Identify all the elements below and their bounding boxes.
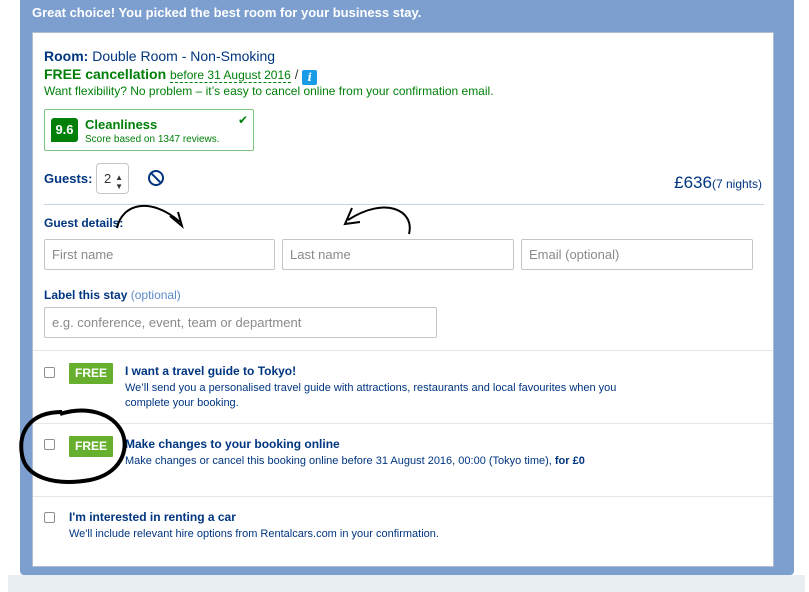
- room-title: Room: Double Room - Non-Smoking: [44, 48, 275, 64]
- room-card: Room: Double Room - Non-Smoking FREE can…: [32, 32, 774, 567]
- separator-slash: /: [294, 67, 299, 82]
- guests-label: Guests:: [44, 171, 93, 186]
- guest-details-label: Guest details:: [44, 216, 124, 230]
- guests-select[interactable]: 2 ▲ ▼: [96, 163, 129, 194]
- manage-online-desc-price: for £0: [554, 455, 585, 467]
- travel-guide-checkbox[interactable]: [44, 367, 55, 378]
- travel-guide-title: I want a travel guide to Tokyo!: [125, 364, 297, 378]
- cancellation-date-link[interactable]: before 31 August 2016: [170, 68, 291, 83]
- price: £636(7 nights): [674, 173, 762, 193]
- section-divider: [33, 423, 773, 424]
- car-rental-description: We'll include relevant hire options from…: [69, 528, 439, 540]
- cleanliness-title: Cleanliness: [85, 117, 158, 132]
- info-icon[interactable]: i: [302, 70, 318, 85]
- cleanliness-score: 9.6: [51, 118, 78, 142]
- no-smoking-icon: [148, 170, 164, 186]
- section-divider: [33, 496, 773, 497]
- label-stay-optional: (optional): [130, 288, 181, 302]
- manage-online-desc-text: Make changes or cancel this booking onli…: [125, 455, 552, 467]
- free-badge: FREE: [69, 436, 113, 457]
- car-rental-checkbox[interactable]: [44, 512, 55, 523]
- room-label: Room:: [44, 48, 89, 64]
- cancellation-line: FREE cancellation before 31 August 2016 …: [44, 66, 318, 85]
- free-cancellation-label: FREE cancellation: [44, 66, 167, 82]
- divider: [44, 204, 764, 205]
- cleanliness-badge: 9.6 Cleanliness Score based on 1347 revi…: [44, 109, 254, 151]
- first-name-input[interactable]: First name: [44, 239, 275, 270]
- manage-online-checkbox[interactable]: [44, 439, 55, 450]
- success-banner: Great choice! You picked the best room f…: [32, 5, 422, 20]
- label-stay-text: Label this stay: [44, 288, 128, 302]
- check-icon: ✔: [237, 113, 248, 127]
- select-arrows-icon: ▲ ▼: [115, 173, 123, 191]
- price-nights: (7 nights): [711, 177, 762, 191]
- page-footer-strip: [8, 575, 805, 592]
- guests-value: 2: [104, 171, 112, 186]
- price-amount: £636: [674, 173, 712, 192]
- manage-online-title: Make changes to your booking online: [125, 437, 340, 451]
- flexibility-note: Want flexibility? No problem – it’s easy…: [44, 84, 494, 98]
- label-stay-label: Label this stay (optional): [44, 288, 181, 302]
- label-stay-input[interactable]: e.g. conference, event, team or departme…: [44, 307, 437, 338]
- last-name-input[interactable]: Last name: [282, 239, 514, 270]
- section-divider: [33, 350, 773, 351]
- email-input[interactable]: Email (optional): [521, 239, 753, 270]
- travel-guide-description: We’ll send you a personalised travel gui…: [125, 382, 617, 409]
- car-rental-title: I'm interested in renting a car: [69, 510, 236, 524]
- free-badge: FREE: [69, 363, 113, 384]
- room-name: Double Room - Non-Smoking: [92, 48, 276, 64]
- manage-online-description: Make changes or cancel this booking onli…: [125, 454, 625, 469]
- cleanliness-subtitle: Score based on 1347 reviews.: [85, 134, 220, 145]
